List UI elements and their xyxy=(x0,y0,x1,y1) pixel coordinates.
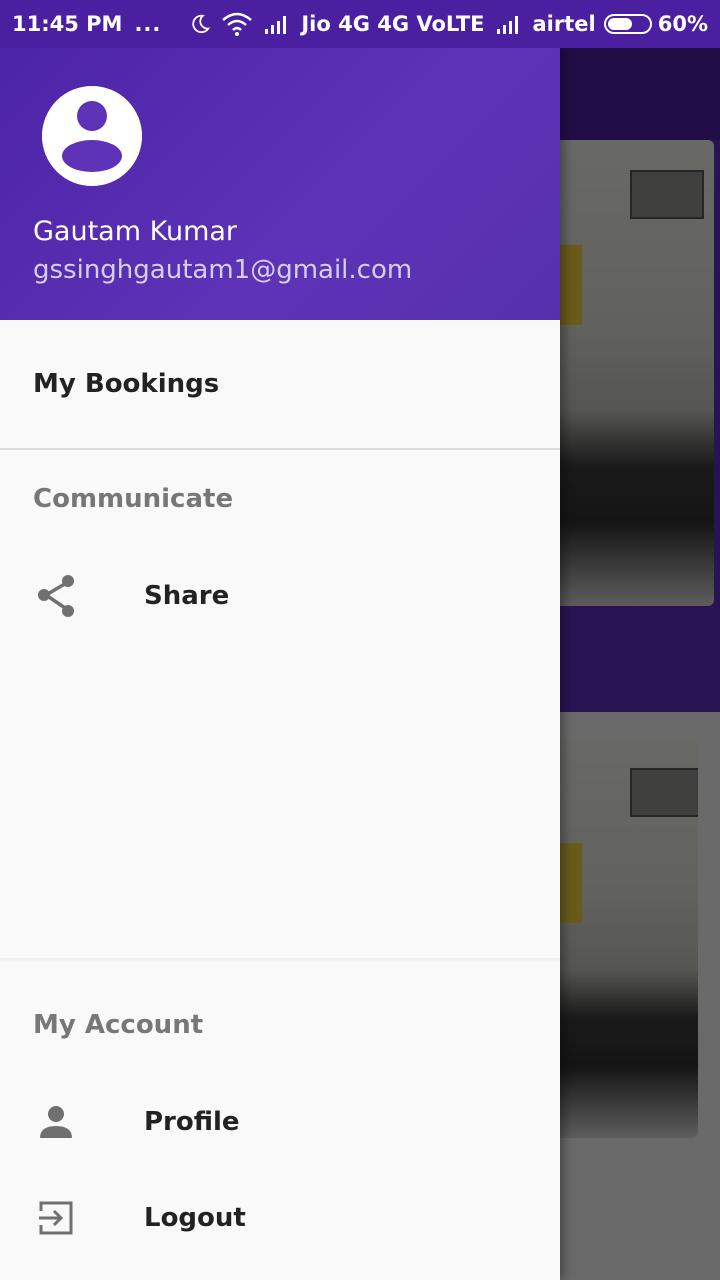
menu-item-my-bookings[interactable]: My Bookings xyxy=(0,320,560,448)
menu-item-label: Profile xyxy=(144,1107,240,1137)
person-icon xyxy=(36,1102,76,1142)
signal-icon-2 xyxy=(495,13,523,35)
menu-item-logout[interactable]: Logout xyxy=(0,1170,560,1266)
section-separator xyxy=(0,958,560,962)
battery-icon xyxy=(603,14,652,34)
menu-item-label: My Bookings xyxy=(33,369,220,399)
share-icon xyxy=(36,575,76,617)
section-title-my-account: My Account xyxy=(33,1010,204,1040)
menu-item-profile[interactable]: Profile xyxy=(0,1074,560,1170)
drawer-header: Gautam Kumar gssinghgautam1@gmail.com xyxy=(0,48,560,320)
menu-item-label: Logout xyxy=(144,1203,246,1233)
navigation-drawer: Gautam Kumar gssinghgautam1@gmail.com My… xyxy=(0,48,560,1280)
account-circle-icon[interactable] xyxy=(42,86,142,186)
divider xyxy=(0,448,560,450)
battery-percent: 60% xyxy=(657,12,708,36)
signal-icon-1 xyxy=(263,13,291,35)
section-title-communicate: Communicate xyxy=(33,484,234,514)
user-email: gssinghgautam1@gmail.com xyxy=(33,255,413,285)
notification-dots: ... xyxy=(134,12,162,36)
logout-icon xyxy=(36,1198,76,1238)
menu-item-label: Share xyxy=(144,581,230,611)
status-bar: 11:45 PM ... Jio 4G 4G VoLTE airtel 60% xyxy=(0,0,720,48)
status-time: 11:45 PM xyxy=(12,12,123,36)
wifi-icon xyxy=(221,12,253,36)
user-name: Gautam Kumar xyxy=(33,216,238,247)
moon-icon xyxy=(189,13,211,35)
carrier1-label: Jio 4G 4G VoLTE xyxy=(301,12,485,36)
menu-item-share[interactable]: Share xyxy=(0,548,560,644)
carrier2-label: airtel xyxy=(532,12,596,36)
